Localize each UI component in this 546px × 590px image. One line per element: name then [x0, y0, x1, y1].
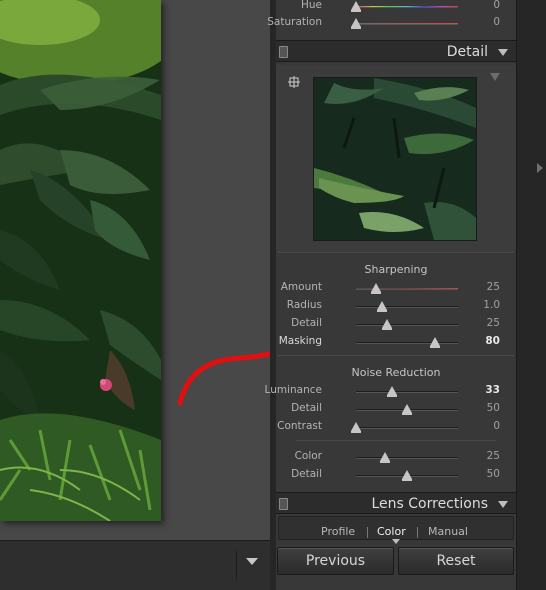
- subsection-divider: [296, 440, 496, 441]
- slider-row-saturation: Saturation 0: [267, 14, 516, 32]
- reset-button[interactable]: Reset: [398, 547, 514, 575]
- slider-thumb[interactable]: [402, 470, 412, 481]
- section-title: Lens Corrections: [371, 496, 488, 512]
- canvas-toolbar: [0, 540, 270, 590]
- slider-value[interactable]: 0: [493, 16, 500, 28]
- slider-label: Detail: [291, 402, 322, 414]
- color-detail-slider-track[interactable]: [356, 470, 458, 481]
- slider-value[interactable]: 1.0: [483, 299, 500, 311]
- leaf-closeup-image: [314, 78, 476, 240]
- triangle-down-icon[interactable]: [498, 49, 508, 56]
- slider-label: Saturation: [267, 16, 322, 28]
- jungle-photo-image: [0, 0, 161, 521]
- slider-label: Radius: [286, 299, 322, 311]
- triangle-down-icon[interactable]: [498, 501, 508, 508]
- slider-value[interactable]: 50: [487, 468, 500, 480]
- slider-label: Hue: [300, 0, 322, 11]
- detail-section-header[interactable]: Detail: [276, 40, 516, 62]
- preview-warning-triangle-icon[interactable]: [490, 73, 500, 81]
- lens-corrections-section-header[interactable]: Lens Corrections: [276, 492, 516, 514]
- tab-manual[interactable]: Manual: [428, 525, 468, 538]
- slider-thumb[interactable]: [371, 283, 382, 294]
- slider-thumb[interactable]: [379, 452, 390, 463]
- detail-slider-track[interactable]: [356, 319, 458, 330]
- slider-label: Detail: [291, 317, 322, 329]
- panel-toggle-switch-icon[interactable]: [279, 498, 288, 510]
- slider-label: Contrast: [277, 420, 322, 432]
- slider-value[interactable]: 25: [487, 450, 500, 462]
- saturation-slider-track[interactable]: [351, 18, 458, 29]
- tab-profile[interactable]: Profile: [321, 525, 355, 538]
- slider-thumb[interactable]: [386, 386, 397, 397]
- slider-value[interactable]: 50: [487, 402, 500, 414]
- right-panel-edge: [516, 0, 546, 590]
- slider-value[interactable]: 25: [487, 317, 500, 329]
- amount-slider-track[interactable]: [356, 283, 458, 294]
- color-slider-track[interactable]: [356, 452, 458, 463]
- slider-thumb[interactable]: [351, 18, 361, 29]
- slider-thumb[interactable]: [376, 301, 387, 312]
- toolbar-dropdown-icon[interactable]: [244, 554, 260, 568]
- slider-thumb[interactable]: [429, 337, 440, 348]
- slider-label: Amount: [280, 281, 322, 293]
- tab-color[interactable]: Color: [377, 525, 406, 538]
- slider-row-color: Color 25: [276, 448, 516, 466]
- slider-label: Detail: [291, 468, 322, 480]
- triangle-right-icon[interactable]: [537, 163, 543, 173]
- slider-thumb[interactable]: [351, 422, 361, 433]
- luminance-detail-slider-track[interactable]: [356, 404, 458, 415]
- slider-thumb[interactable]: [381, 319, 392, 330]
- previous-button[interactable]: Previous: [277, 547, 394, 575]
- slider-value[interactable]: 33: [485, 384, 500, 396]
- slider-value[interactable]: 25: [487, 281, 500, 293]
- slider-row-luminance: Luminance 33: [265, 382, 516, 400]
- slider-value[interactable]: 0: [493, 0, 500, 11]
- radius-slider-track[interactable]: [356, 301, 458, 312]
- slider-row-amount: Amount 25: [276, 279, 516, 297]
- section-divider: [278, 252, 514, 253]
- slider-row-detail: Detail 25: [276, 315, 516, 333]
- slider-label: Masking: [278, 335, 322, 347]
- hue-slider-track[interactable]: [351, 1, 458, 12]
- slider-row-hue: Hue 0: [276, 0, 516, 15]
- tab-separator: [367, 527, 368, 538]
- tab-separator: [417, 527, 418, 538]
- slider-thumb[interactable]: [351, 1, 361, 12]
- image-canvas: [0, 0, 304, 540]
- slider-row-masking: Masking 80: [276, 333, 516, 351]
- photo-preview[interactable]: [0, 0, 161, 521]
- panel-toggle-switch-icon[interactable]: [279, 46, 288, 58]
- slider-value[interactable]: 0: [493, 420, 500, 432]
- section-title: Detail: [446, 44, 488, 60]
- noise-reduction-title: Noise Reduction: [351, 366, 441, 379]
- slider-thumb[interactable]: [402, 404, 412, 415]
- slider-row-luminance-detail: Detail 50: [276, 400, 516, 418]
- slider-label: Luminance: [264, 384, 322, 396]
- masking-slider-track[interactable]: [356, 337, 458, 348]
- contrast-slider-track[interactable]: [351, 422, 458, 433]
- detail-zoom-preview[interactable]: [314, 78, 476, 240]
- slider-row-radius: Radius 1.0: [276, 297, 516, 315]
- lens-corrections-tabs: Profile Color Manual: [278, 516, 514, 540]
- slider-row-contrast: Contrast 0: [276, 418, 516, 436]
- target-adjustment-icon[interactable]: [288, 76, 300, 88]
- slider-row-color-detail: Detail 50: [276, 466, 516, 484]
- slider-value[interactable]: 80: [485, 335, 500, 347]
- luminance-slider-track[interactable]: [356, 386, 458, 397]
- develop-right-panel: Hue 0 Saturation 0 Detail Sharpening Amo…: [265, 0, 516, 590]
- sharpening-title: Sharpening: [364, 263, 428, 276]
- section-divider: [278, 355, 514, 356]
- toolbar-divider: [236, 551, 237, 579]
- caret-down-icon: [392, 539, 400, 544]
- slider-label: Color: [294, 450, 322, 462]
